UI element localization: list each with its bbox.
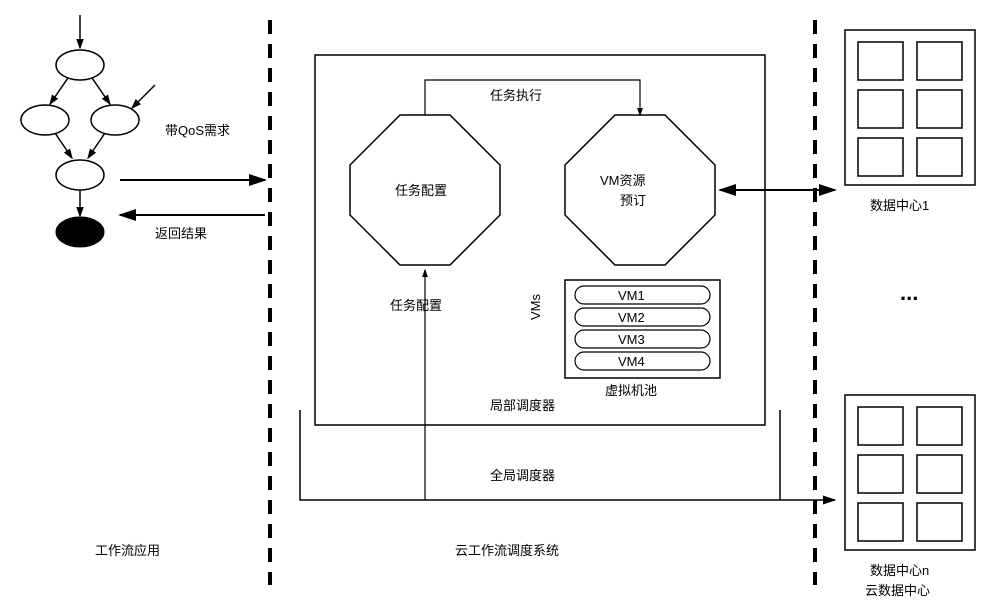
vms-label: VMs	[528, 294, 543, 321]
global-scheduler-label: 全局调度器	[490, 468, 555, 483]
vm2-label: VM2	[618, 310, 645, 325]
architecture-diagram: 带QoS需求 返回结果 工作流应用 全局调度器 局部调度器 任务执行 任务配置 …	[0, 0, 1000, 602]
result-label: 返回结果	[155, 226, 207, 241]
dcn-label: 数据中心n	[870, 563, 929, 578]
vm-pool-label: 虚拟机池	[605, 383, 657, 398]
local-scheduler-label: 局部调度器	[490, 398, 555, 413]
right-section-label: 云数据中心	[865, 583, 930, 598]
dc1-label: 数据中心1	[870, 198, 929, 213]
vm1-label: VM1	[618, 288, 645, 303]
vm-res-top: VM资源	[600, 173, 646, 188]
qos-label: 带QoS需求	[165, 123, 230, 138]
task-config-label: 任务配置	[395, 183, 447, 198]
ellipsis: ...	[900, 280, 918, 305]
workflow-dag	[21, 15, 155, 247]
center-section-label: 云工作流调度系统	[455, 543, 559, 558]
task-exec-label: 任务执行	[490, 88, 542, 103]
datacenter-1	[845, 30, 975, 185]
datacenter-n	[845, 395, 975, 550]
left-section-label: 工作流应用	[95, 543, 160, 558]
task-config-label-2: 任务配置	[390, 298, 442, 313]
vm3-label: VM3	[618, 332, 645, 347]
vm4-label: VM4	[618, 354, 645, 369]
vm-res-bottom: 预订	[620, 193, 646, 208]
